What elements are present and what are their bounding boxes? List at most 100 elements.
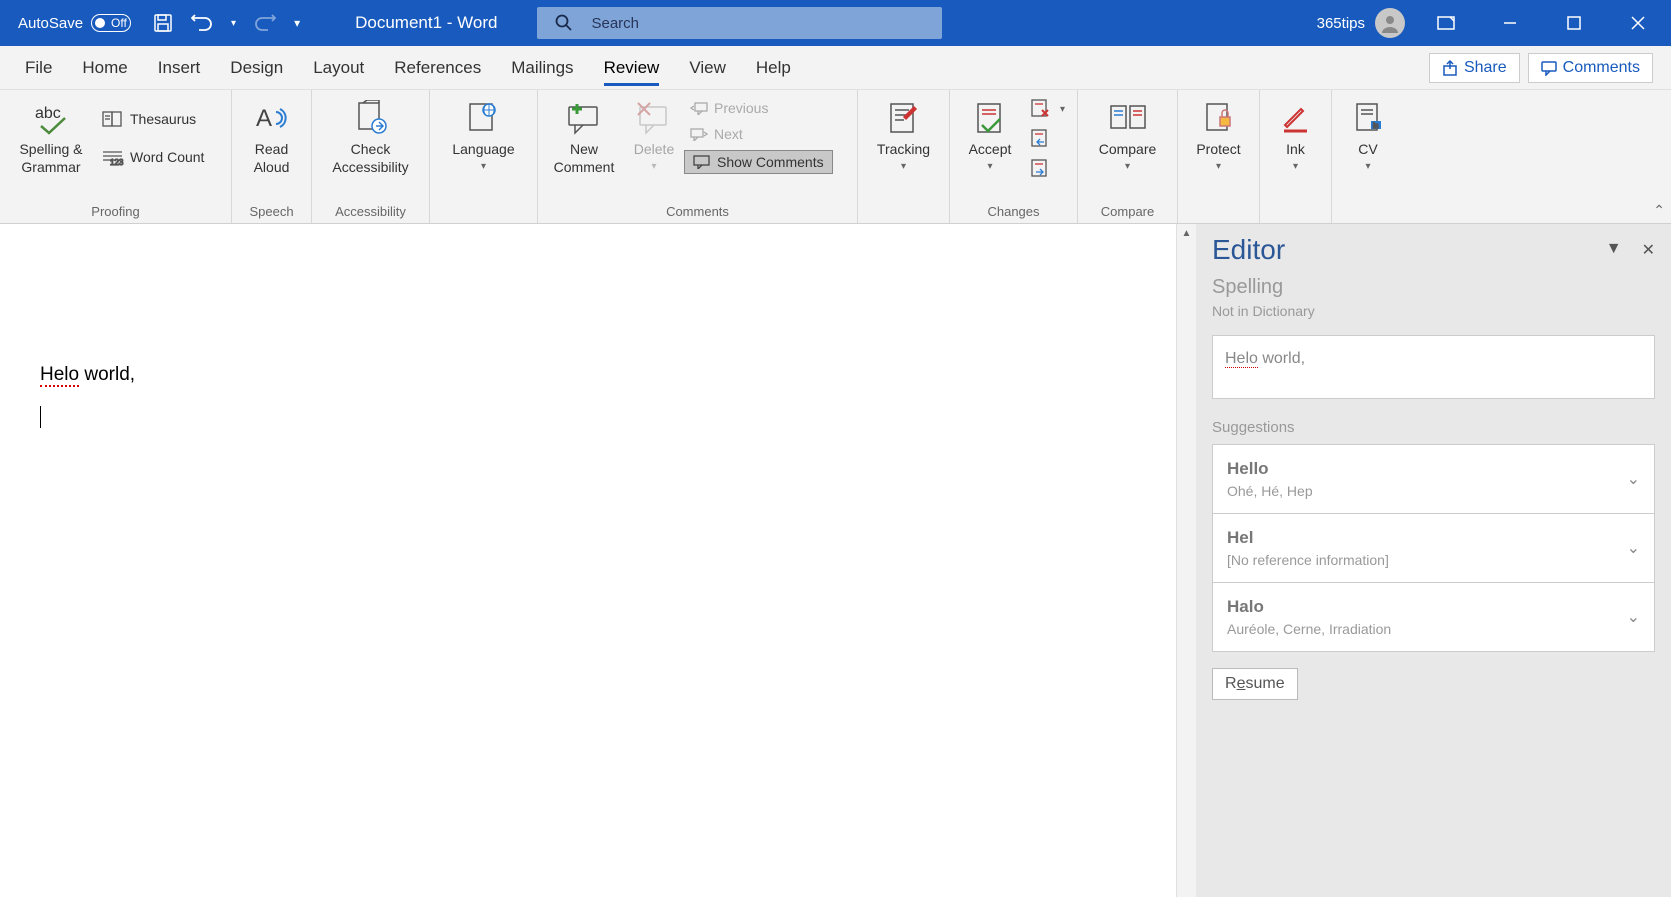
minimize-button[interactable] xyxy=(1487,0,1533,46)
read-aloud-label: Read Aloud xyxy=(254,140,290,176)
search-placeholder: Search xyxy=(591,15,639,32)
new-comment-label: New Comment xyxy=(554,140,615,176)
ribbon: abc Spelling & Grammar Thesaurus 123 Wor… xyxy=(0,90,1671,224)
tab-layout[interactable]: Layout xyxy=(298,46,379,90)
misspelled-word[interactable]: Helo xyxy=(40,364,79,387)
tab-design[interactable]: Design xyxy=(215,46,298,90)
svg-text:123: 123 xyxy=(110,158,124,166)
chevron-down-icon: ▾ xyxy=(1293,160,1298,173)
delete-label: Delete xyxy=(634,140,674,158)
title-bar: AutoSave Off ▾ ▾ Document1 - Word Search… xyxy=(0,0,1671,46)
editor-pane: Editor ▼ ✕ Spelling Not in Dictionary He… xyxy=(1196,224,1671,897)
tab-mailings[interactable]: Mailings xyxy=(496,46,588,90)
chevron-down-icon[interactable]: ⌄ xyxy=(1627,607,1640,627)
pane-close-icon[interactable]: ✕ xyxy=(1642,240,1655,260)
suggestion-item[interactable]: Hello Ohé, Hé, Hep ⌄ xyxy=(1212,444,1655,514)
next-change-button[interactable] xyxy=(1024,156,1071,180)
next-comment-button[interactable]: Next xyxy=(684,124,833,144)
tab-view[interactable]: View xyxy=(674,46,741,90)
cv-icon: in xyxy=(1353,98,1383,138)
chevron-down-icon[interactable]: ⌄ xyxy=(1627,538,1640,558)
tracking-button[interactable]: Tracking ▾ xyxy=(867,94,940,177)
compare-button[interactable]: Compare ▾ xyxy=(1089,94,1167,177)
ink-button[interactable]: Ink ▾ xyxy=(1271,94,1321,177)
suggestion-word: Halo xyxy=(1227,597,1627,617)
language-label: Language xyxy=(452,140,514,158)
chevron-down-icon: ▾ xyxy=(651,160,656,173)
suggestion-word: Hello xyxy=(1227,459,1627,479)
word-count-button[interactable]: 123 Word Count xyxy=(96,146,210,168)
read-aloud-button[interactable]: A Read Aloud xyxy=(244,94,300,180)
suggestion-word: Hel xyxy=(1227,528,1627,548)
chevron-down-icon: ▾ xyxy=(1125,160,1130,173)
document-text: world, xyxy=(79,364,135,385)
suggestion-item[interactable]: Hel [No reference information] ⌄ xyxy=(1212,514,1655,583)
user-account[interactable]: 365tips xyxy=(1317,8,1405,38)
thesaurus-label: Thesaurus xyxy=(130,111,196,127)
share-button[interactable]: Share xyxy=(1429,53,1520,83)
tab-help[interactable]: Help xyxy=(741,46,806,90)
check-accessibility-button[interactable]: Check Accessibility xyxy=(322,94,418,180)
new-comment-button[interactable]: New Comment xyxy=(544,94,624,180)
accept-button[interactable]: Accept ▾ xyxy=(956,94,1024,177)
thesaurus-button[interactable]: Thesaurus xyxy=(96,108,210,130)
group-speech: A Read Aloud Speech xyxy=(232,90,312,223)
group-protect: Protect ▾ xyxy=(1178,90,1260,223)
undo-dropdown[interactable]: ▾ xyxy=(231,18,236,29)
chevron-down-icon[interactable]: ⌄ xyxy=(1627,469,1640,489)
read-aloud-icon: A xyxy=(254,98,290,138)
spelling-grammar-button[interactable]: abc Spelling & Grammar xyxy=(6,94,96,180)
autosave-control[interactable]: AutoSave Off xyxy=(18,14,131,32)
previous-change-button[interactable] xyxy=(1024,126,1071,150)
maximize-button[interactable] xyxy=(1551,0,1597,46)
language-button[interactable]: Language ▾ xyxy=(442,94,524,177)
tab-review[interactable]: Review xyxy=(589,46,675,90)
compare-label: Compare xyxy=(1099,140,1157,158)
group-cv: in CV ▾ xyxy=(1332,90,1404,223)
language-icon xyxy=(465,98,501,138)
autosave-toggle[interactable]: Off xyxy=(91,14,131,32)
group-label-comments: Comments xyxy=(538,204,857,223)
autosave-label: AutoSave xyxy=(18,15,83,32)
document-canvas[interactable]: Helo world, xyxy=(0,224,1176,897)
pane-options-icon[interactable]: ▼ xyxy=(1606,240,1622,260)
avatar-icon xyxy=(1375,8,1405,38)
undo-button[interactable] xyxy=(191,13,213,33)
search-box[interactable]: Search xyxy=(537,7,942,39)
protect-label: Protect xyxy=(1196,140,1240,158)
previous-comment-button[interactable]: Previous xyxy=(684,98,833,118)
username: 365tips xyxy=(1317,15,1365,32)
protect-button[interactable]: Protect ▾ xyxy=(1186,94,1250,177)
ribbon-display-icon[interactable] xyxy=(1423,0,1469,46)
comments-button[interactable]: Comments xyxy=(1528,53,1653,83)
redo-button[interactable] xyxy=(254,13,276,33)
spelling-label: Spelling & Grammar xyxy=(19,140,82,176)
show-comments-label: Show Comments xyxy=(717,154,824,170)
context-rest: world, xyxy=(1258,350,1305,367)
cursor-position xyxy=(40,406,1176,434)
scroll-up-icon[interactable]: ▲ xyxy=(1178,224,1196,243)
collapse-ribbon-icon[interactable]: ⌃ xyxy=(1653,202,1665,219)
resume-button[interactable]: Resume xyxy=(1212,668,1298,700)
svg-text:abc: abc xyxy=(35,105,61,122)
tab-file[interactable]: File xyxy=(10,46,67,90)
next-label: Next xyxy=(714,126,743,142)
delete-comment-button[interactable]: Delete ▾ xyxy=(624,94,684,177)
search-icon xyxy=(555,14,573,32)
suggestion-item[interactable]: Halo Auréole, Cerne, Irradiation ⌄ xyxy=(1212,583,1655,652)
compare-icon xyxy=(1108,98,1148,138)
group-accessibility: Check Accessibility Accessibility xyxy=(312,90,430,223)
tab-insert[interactable]: Insert xyxy=(143,46,216,90)
tab-references[interactable]: References xyxy=(379,46,496,90)
autosave-state: Off xyxy=(111,16,127,30)
qat-customize[interactable]: ▾ xyxy=(294,16,300,30)
reject-button[interactable]: ▾ xyxy=(1024,96,1071,120)
vertical-scrollbar[interactable]: ▲ xyxy=(1176,224,1196,897)
tab-home[interactable]: Home xyxy=(67,46,142,90)
cv-button[interactable]: in CV ▾ xyxy=(1343,94,1393,177)
suggestion-info: Ohé, Hé, Hep xyxy=(1227,483,1627,499)
save-icon[interactable] xyxy=(153,13,173,33)
cv-label: CV xyxy=(1358,140,1377,158)
close-button[interactable] xyxy=(1615,0,1661,46)
show-comments-button[interactable]: Show Comments xyxy=(684,150,833,174)
